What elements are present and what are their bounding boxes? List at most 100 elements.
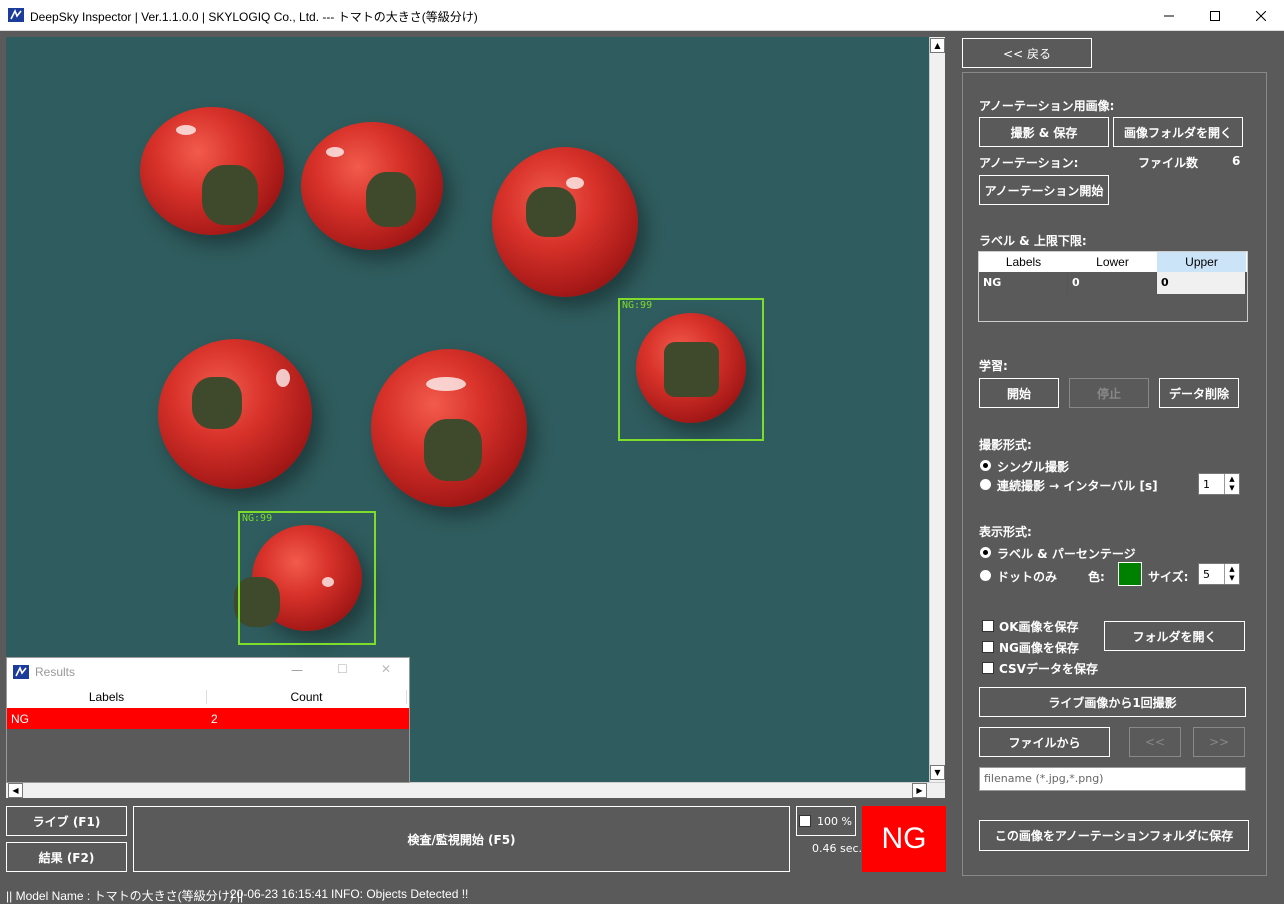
table-row[interactable]: NG 0 0 [979,272,1247,294]
verdict-indicator: NG [862,806,946,872]
save-ok-label: OK画像を保存 [999,620,1079,634]
cell-label[interactable]: NG [979,272,1068,294]
results-title-bar[interactable]: Results — ☐ ✕ [7,658,409,686]
interval-stepper[interactable]: 1 ▲ ▼ [1198,473,1240,495]
size-label: サイズ: [1148,570,1189,584]
title-bar: DeepSky Inspector | Ver.1.1.0.0 | SKYLOG… [0,0,1284,31]
column-header-upper: Upper [1157,252,1246,272]
save-to-annotation-button[interactable]: この画像をアノーテーションフォルダに保存 [979,820,1249,851]
table-row[interactable]: NG 2 [7,708,409,729]
stepper-arrows[interactable]: ▲ ▼ [1224,474,1239,494]
interval-value: 1 [1203,478,1210,491]
results-window[interactable]: Results — ☐ ✕ Labels Count NG 2 [6,657,410,783]
limits-table[interactable]: Labels Lower Upper NG 0 0 [978,251,1248,322]
detection-label: NG:99 [622,300,653,311]
delete-data-button[interactable]: データ削除 [1159,378,1239,408]
close-button[interactable] [1238,0,1284,31]
learn-stop-button[interactable]: 停止 [1069,378,1149,408]
save-ok-checkbox[interactable] [982,620,994,632]
column-header-lower: Lower [1096,255,1129,269]
color-label: 色: [1088,570,1105,584]
elapsed-time: 0.46 sec. [812,842,863,855]
detection-box: NG:99 [238,511,376,645]
interval-capture-radio[interactable] [980,479,991,490]
status-timestamp: 20-06-23 16:15:41 [230,887,329,901]
file-count-label: ファイル数 [1138,156,1199,170]
results-header: Labels Count [7,686,409,708]
anno-images-label: アノーテーション用画像: [979,99,1115,113]
size-stepper[interactable]: 5 ▲ ▼ [1198,563,1240,585]
zoom-toggle[interactable]: 100 % [796,806,856,836]
tomato-highlight [566,177,584,189]
single-capture-label: シングル撮影 [997,460,1070,474]
save-csv-checkbox[interactable] [982,662,994,674]
scroll-right-button[interactable]: ▶ [912,783,927,798]
maximize-icon[interactable]: ☐ [337,662,348,676]
tomato-calyx [192,377,242,429]
zoom-label: 100 % [817,814,852,828]
column-header-labels: Labels [7,690,207,704]
horizontal-scrollbar[interactable]: ◀ ▶ [6,782,945,798]
app-logo-icon [13,665,29,679]
scroll-up-button[interactable]: ▲ [930,38,945,53]
scroll-left-button[interactable]: ◀ [8,783,23,798]
limits-label: ラベル & 上限下限: [979,234,1087,248]
row-label: NG [11,711,29,726]
next-file-button[interactable]: >> [1193,727,1245,757]
tomato-calyx [526,187,576,237]
annotation-start-button[interactable]: アノーテーション開始 [979,175,1109,205]
maximize-icon [1210,10,1220,21]
maximize-button[interactable] [1192,0,1238,31]
zoom-checkbox[interactable] [799,815,811,827]
cell-upper[interactable]: 0 [1157,272,1246,294]
cell-lower[interactable]: 0 [1068,272,1157,294]
from-file-button[interactable]: ファイルから [979,727,1110,757]
tomato-highlight [276,369,290,387]
tomato-calyx [424,419,482,481]
minimize-button[interactable] [1146,0,1192,31]
save-ng-label: NG画像を保存 [999,641,1079,655]
app-logo-icon [8,8,24,22]
status-bar: || Model Name : トマトの大きさ(等級分け) || 20-06-2… [0,883,1284,904]
result-button[interactable]: 結果 (F2) [6,842,127,872]
open-folder-button[interactable]: フォルダを開く [1104,621,1245,651]
tomato-highlight [176,125,196,135]
file-count-value: 6 [1232,154,1241,168]
single-capture-radio[interactable] [980,460,991,471]
minimize-icon[interactable]: — [291,663,303,677]
status-info: INFO: Objects Detected !! [331,887,469,901]
learn-start-button[interactable]: 開始 [979,378,1059,408]
dot-only-radio[interactable] [980,570,991,581]
detection-box: NG:99 [618,298,764,441]
back-button[interactable]: << 戻る [962,38,1092,68]
dot-color-swatch[interactable] [1118,562,1142,586]
filename-input[interactable]: filename (*.jpg,*.png) [979,767,1246,791]
capture-save-button[interactable]: 撮影 & 保存 [979,117,1109,147]
learn-label: 学習: [979,359,1008,373]
column-header-labels: Labels [1005,255,1042,269]
inspect-start-button[interactable]: 検査/監視開始 (F5) [133,806,790,872]
results-title: Results [35,665,76,679]
minimize-icon [1164,15,1174,16]
prev-file-button[interactable]: << [1129,727,1181,757]
tomato-calyx [202,165,258,225]
label-percent-radio[interactable] [980,547,991,558]
annotation-label: アノーテーション: [979,156,1079,170]
window-title: DeepSky Inspector | Ver.1.1.0.0 | SKYLOG… [30,10,478,24]
capture-once-button[interactable]: ライブ画像から1回撮影 [979,687,1246,717]
tomato-highlight [426,377,466,391]
close-icon[interactable]: ✕ [381,662,391,676]
live-button[interactable]: ライブ (F1) [6,806,127,836]
column-header-count: Count [207,690,407,704]
close-icon [1256,10,1266,21]
status-model-name: || Model Name : トマトの大きさ(等級分け) || [6,889,244,903]
stepper-arrows[interactable]: ▲ ▼ [1224,564,1239,584]
open-image-folder-button[interactable]: 画像フォルダを開く [1113,117,1243,147]
size-value: 5 [1203,568,1210,581]
vertical-scrollbar[interactable]: ▲ ▼ [929,37,945,783]
tomato-highlight [326,147,344,157]
limits-header: Labels Lower Upper [979,252,1247,272]
save-ng-checkbox[interactable] [982,641,994,653]
scroll-down-button[interactable]: ▼ [930,765,945,780]
label-percent-label: ラベル & パーセンテージ [997,547,1136,561]
